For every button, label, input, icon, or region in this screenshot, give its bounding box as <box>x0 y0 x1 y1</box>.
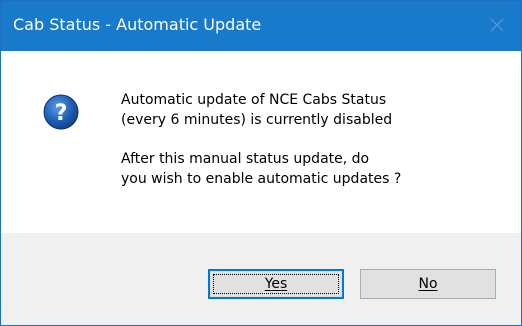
close-icon <box>490 18 504 32</box>
no-button-label: No <box>418 276 438 292</box>
message-line-2: (every 6 minutes) is currently disabled <box>121 112 393 128</box>
dialog-window: Cab Status - Automatic Update ? Automati… <box>0 0 522 326</box>
no-button[interactable]: No <box>360 269 496 299</box>
title-bar[interactable]: Cab Status - Automatic Update <box>1 1 521 51</box>
question-line-1: After this manual status update, do <box>121 151 370 167</box>
message-line-1: Automatic update of NCE Cabs Status <box>121 92 387 108</box>
svg-text:?: ? <box>55 101 68 126</box>
close-button[interactable] <box>475 1 521 51</box>
question-line-2: you wish to enable automatic updates ? <box>121 171 402 187</box>
dialog-content: ? Automatic update of NCE Cabs Status (e… <box>1 51 521 233</box>
message-text: Automatic update of NCE Cabs Status (eve… <box>121 90 501 189</box>
window-title: Cab Status - Automatic Update <box>13 15 262 34</box>
yes-button[interactable]: Yes <box>208 269 344 299</box>
focus-rectangle <box>213 274 339 294</box>
question-icon: ? <box>43 94 79 130</box>
button-bar: Yes No <box>1 233 521 325</box>
